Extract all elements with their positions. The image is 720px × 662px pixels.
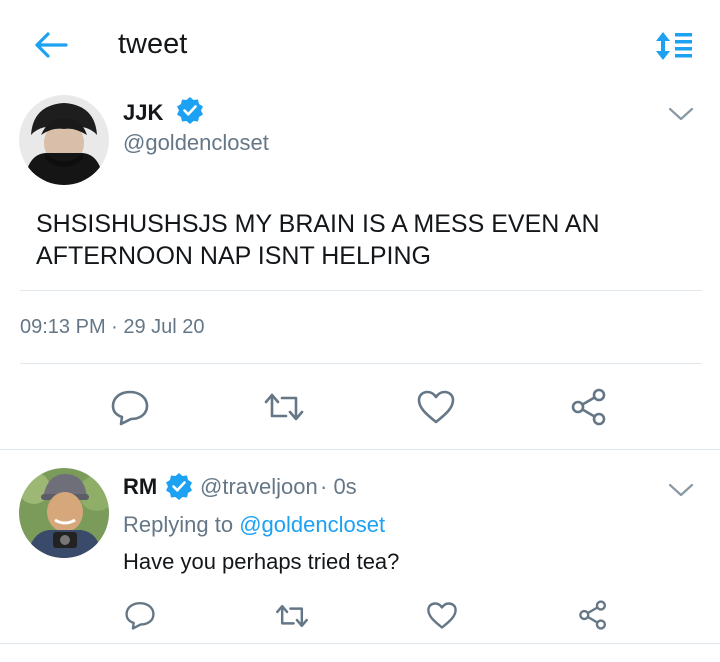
avatar[interactable]	[19, 95, 109, 185]
verified-badge-icon	[166, 473, 192, 500]
like-icon[interactable]	[426, 601, 458, 630]
reply-icon[interactable]	[124, 600, 156, 630]
avatar-photo	[19, 468, 109, 558]
reply-icon[interactable]	[110, 388, 150, 426]
avatar-photo	[19, 95, 109, 185]
chevron-down-icon[interactable]	[668, 106, 694, 122]
reply-author-name[interactable]: RM	[123, 474, 157, 500]
tweet-timestamp[interactable]: 09:13 PM · 29 Jul 20	[20, 316, 205, 339]
retweet-icon[interactable]	[274, 602, 310, 630]
divider	[0, 449, 720, 450]
divider	[20, 290, 702, 291]
reply-time: · 0s	[320, 474, 357, 499]
avatar[interactable]	[19, 468, 109, 558]
replying-to-link[interactable]: @goldencloset	[239, 512, 385, 537]
like-icon[interactable]	[416, 389, 456, 425]
divider	[20, 363, 702, 364]
share-icon[interactable]	[570, 388, 608, 426]
page-title: tweet	[118, 28, 188, 60]
author-handle[interactable]: @goldencloset	[123, 130, 269, 156]
author-name[interactable]: JJK	[123, 100, 163, 126]
retweet-icon[interactable]	[262, 390, 306, 424]
tweet-text: SHSISHUSHSJS MY BRAIN IS A MESS EVEN AN …	[36, 210, 600, 270]
sort-list-icon[interactable]	[654, 30, 694, 62]
back-arrow-icon[interactable]	[32, 30, 68, 60]
reply-text: Have you perhaps tried tea?	[123, 549, 400, 574]
replying-to-label: Replying to	[123, 512, 234, 537]
replying-to-line: Replying to @goldencloset	[123, 512, 385, 538]
verified-badge-icon	[177, 97, 203, 124]
share-icon[interactable]	[578, 600, 608, 630]
chevron-down-icon[interactable]	[668, 482, 694, 498]
divider	[0, 643, 720, 644]
reply-handle[interactable]: @traveljoon	[200, 474, 318, 500]
